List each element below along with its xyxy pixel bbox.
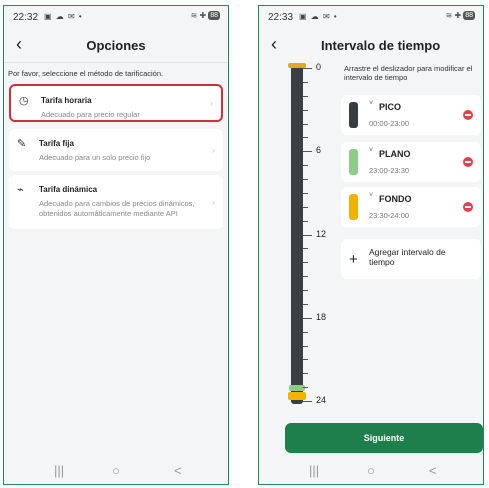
instruction-text: Por favor, seleccione el método de tarif… [4,62,228,85]
scale-label: 12 [316,229,327,239]
scale-tick [303,206,308,208]
system-back-button[interactable]: < [429,463,437,478]
interval-time: 23:30-24:00 [369,211,410,220]
interval-name: PLANO [379,149,411,159]
scale-tick [303,276,308,278]
page-title: Opciones [86,38,146,53]
status-right: ≋ ✚ 88 [191,11,220,20]
system-nav-bar: ||| ○ < [4,460,228,484]
option-title: Tarifa horaria [41,96,92,105]
back-icon[interactable]: ‹ [271,34,277,55]
home-button[interactable]: ○ [367,463,375,478]
interval-color [349,102,358,128]
header: ‹ Intervalo de tiempo [259,28,483,62]
instruction-text: Arrastre el deslizador para modificar el… [344,64,473,82]
status-right: ≋ ✚ 88 [446,11,475,20]
clock-icon: ◷ [19,95,29,107]
interval-name: FONDO [379,194,412,204]
notification-icons: ▣ ☁ ✉ • [299,12,338,21]
notification-icons: ▣ ☁ ✉ • [44,12,83,21]
scale-tick [303,179,308,180]
scale-tick [303,373,308,375]
scale-tick [303,192,308,194]
add-interval-label: Agregar intervalo de tiempo [369,247,446,267]
scale-label: 24 [316,395,327,405]
option-description: Adecuado para precio regular [41,110,140,119]
scale-tick [303,248,308,250]
scale-label: 18 [316,312,327,322]
scale-tick [303,234,312,236]
chevron-down-icon[interactable]: ˅ [369,192,373,199]
chevron-down-icon[interactable]: ˅ [369,147,373,154]
recents-button[interactable]: ||| [309,463,319,478]
options-screen: 22:32 ▣ ☁ ✉ • ≋ ✚ 88 ‹ Opciones Por favo… [3,5,229,485]
interval-card-fondo[interactable]: ˅ FONDO 23:30-24:00 [341,187,481,227]
add-interval-button[interactable]: + Agregar intervalo de tiempo [341,239,481,279]
interval-time: 00:00-23:00 [369,119,410,128]
option-title: Tarifa fija [39,139,74,148]
battery-icon: 88 [463,11,475,20]
option-tarifa-fija[interactable]: ✎ Tarifa fija Adecuado para un solo prec… [9,129,223,171]
scale-tick [303,359,308,361]
home-button[interactable]: ○ [112,463,120,478]
pencil-icon: ✎ [17,138,27,150]
remove-icon[interactable] [463,110,473,120]
system-nav-bar: ||| ○ < [259,460,483,484]
header: ‹ Opciones [4,28,228,62]
option-description: Adecuado para un solo precio fijo [39,153,151,162]
scale-tick [303,331,308,333]
interval-color [349,149,358,175]
chevron-right-icon: › [212,197,215,207]
scale-tick [303,81,308,83]
scale-tick [303,303,308,305]
signal-icon: ≋ ✚ [445,11,462,20]
slider-bottom-handle[interactable] [288,392,306,400]
recents-button[interactable]: ||| [54,463,64,478]
scale-label: 6 [316,145,322,155]
battery-icon: 88 [208,11,220,20]
interval-time: 23:00-23:30 [369,166,410,175]
pulse-icon: ⌁ [17,184,24,196]
next-button[interactable]: Siguiente [285,423,483,453]
scale-label: 0 [316,62,322,72]
page-title: Intervalo de tiempo [321,38,441,53]
scale-tick [303,317,312,319]
scale-tick [303,220,308,222]
system-back-button[interactable]: < [174,463,182,478]
chevron-right-icon: › [210,98,213,108]
scale-tick [303,123,308,125]
scale-tick [303,109,308,111]
scale-tick [303,401,312,402]
scale-tick [303,165,308,167]
interval-card-plano[interactable]: ˅ PLANO 23:00-23:30 [341,142,481,182]
option-tarifa-horaria[interactable]: ◷ Tarifa horaria Adecuado para precio re… [9,84,223,122]
scale-tick [303,137,308,139]
time-interval-screen: 22:33 ▣ ☁ ✉ • ≋ ✚ 88 ‹ Intervalo de tiem… [258,5,484,485]
scale-tick [303,95,308,97]
chevron-down-icon[interactable]: ˅ [369,100,373,107]
remove-icon[interactable] [463,157,473,167]
scale-tick [303,387,308,389]
option-title: Tarifa dinámica [39,185,98,194]
option-tarifa-dinamica[interactable]: ⌁ Tarifa dinámica Adecuado para cambios … [9,175,223,229]
interval-color [349,194,358,220]
status-time: 22:33 [268,12,294,23]
scale-tick [303,68,312,69]
option-description: Adecuado para cambios de precios dinámic… [39,199,195,218]
scale-tick [303,262,308,264]
interval-name: PICO [379,102,402,112]
scale-tick [303,345,308,347]
status-bar: 22:32 ▣ ☁ ✉ • ≋ ✚ 88 [4,6,228,28]
scale-tick [303,290,308,291]
status-time: 22:32 [13,12,39,23]
time-slider-track[interactable] [291,66,303,404]
chevron-right-icon: › [212,145,215,155]
status-bar: 22:33 ▣ ☁ ✉ • ≋ ✚ 88 [259,6,483,28]
plus-icon: + [349,251,358,268]
interval-card-pico[interactable]: ˅ PICO 00:00-23:00 [341,95,481,135]
signal-icon: ≋ ✚ [190,11,207,20]
scale-tick [303,151,312,153]
remove-icon[interactable] [463,202,473,212]
